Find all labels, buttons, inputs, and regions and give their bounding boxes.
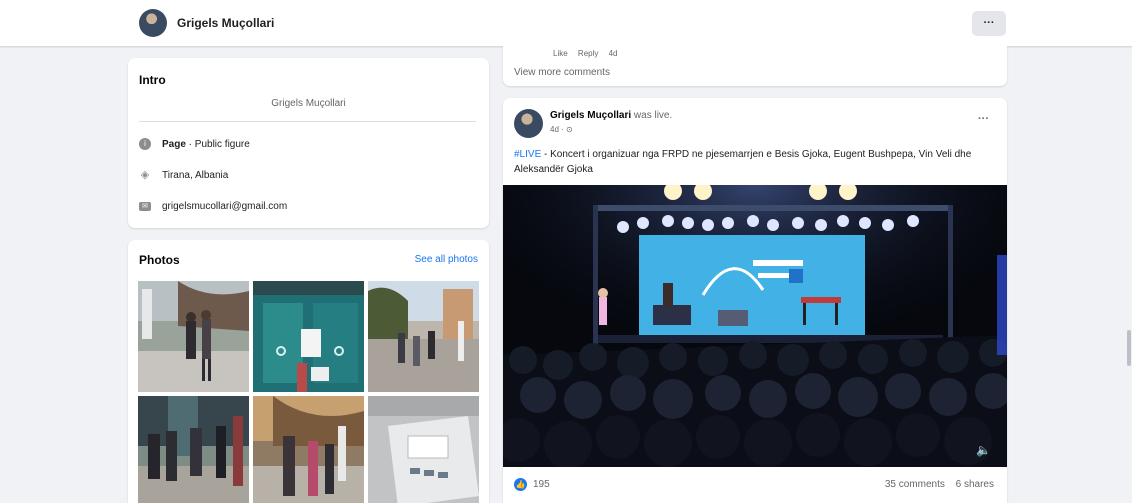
post-hashtag[interactable]: #LIVE <box>514 149 541 160</box>
photo-thumbnail[interactable] <box>368 281 479 392</box>
intro-divider <box>139 121 476 122</box>
post-author-name[interactable]: Grigels Muçollari <box>550 110 631 121</box>
post-footer: 👍 195 35 comments 6 shares <box>503 467 1007 503</box>
map-pin-icon: ◈ <box>140 169 150 181</box>
speaker-icon[interactable]: 🔈 <box>976 443 991 457</box>
intro-heading: Intro <box>139 73 166 87</box>
location-text[interactable]: Tirana, Albania <box>162 170 228 181</box>
photo-thumbnail[interactable] <box>138 396 249 503</box>
shares-count[interactable]: 6 shares <box>956 479 994 490</box>
post-text: #LIVE - Koncert i organizuar nga FRPD ne… <box>514 147 1000 177</box>
photos-card: Photos See all photos <box>128 240 489 503</box>
comment-reply-button[interactable]: Reply <box>578 49 598 58</box>
intro-card: Intro Grigels Muçollari i Page · Public … <box>128 58 489 228</box>
see-all-photos-link[interactable]: See all photos <box>415 254 478 265</box>
live-post: Grigels Muçollari was live. 4d · ⊙ ··· #… <box>503 98 1007 503</box>
photo-thumbnail[interactable] <box>253 396 364 503</box>
previous-post-comments: Like Reply 4d View more comments <box>503 46 1007 86</box>
live-video-player[interactable]: 🔈 <box>503 185 1007 467</box>
page-label: Page <box>162 139 186 150</box>
post-timestamp[interactable]: 4d · ⊙ <box>550 125 573 134</box>
profile-avatar[interactable] <box>139 9 167 37</box>
page-category: · Public figure <box>185 139 250 150</box>
comment-time: 4d <box>608 49 618 58</box>
comments-count[interactable]: 35 comments <box>885 479 945 490</box>
comment-like-button[interactable]: Like <box>553 49 568 58</box>
like-icon: 👍 <box>514 478 527 491</box>
email-text[interactable]: grigelsmucollari@gmail.com <box>162 201 287 212</box>
profile-name[interactable]: Grigels Muçollari <box>177 16 274 30</box>
page-scrollbar[interactable] <box>1127 330 1131 366</box>
photos-heading: Photos <box>139 253 180 267</box>
reactions-count[interactable]: 195 <box>533 479 550 490</box>
mail-icon: ✉ <box>139 202 151 211</box>
intro-bio: Grigels Muçollari <box>271 98 346 109</box>
photo-thumbnail[interactable] <box>253 281 364 392</box>
more-options-button[interactable]: ··· <box>972 11 1006 36</box>
view-more-comments-link[interactable]: View more comments <box>514 67 610 78</box>
photo-thumbnail[interactable] <box>138 281 249 392</box>
post-author-avatar[interactable] <box>514 109 543 138</box>
post-status: was live. <box>631 110 673 121</box>
info-icon: i <box>139 138 151 150</box>
post-more-options-button[interactable]: ··· <box>978 113 989 125</box>
profile-top-bar: Grigels Muçollari ··· <box>0 0 1132 46</box>
post-body: - Koncert i organizuar nga FRPD ne pjese… <box>514 149 972 175</box>
photo-thumbnail[interactable] <box>368 396 479 503</box>
